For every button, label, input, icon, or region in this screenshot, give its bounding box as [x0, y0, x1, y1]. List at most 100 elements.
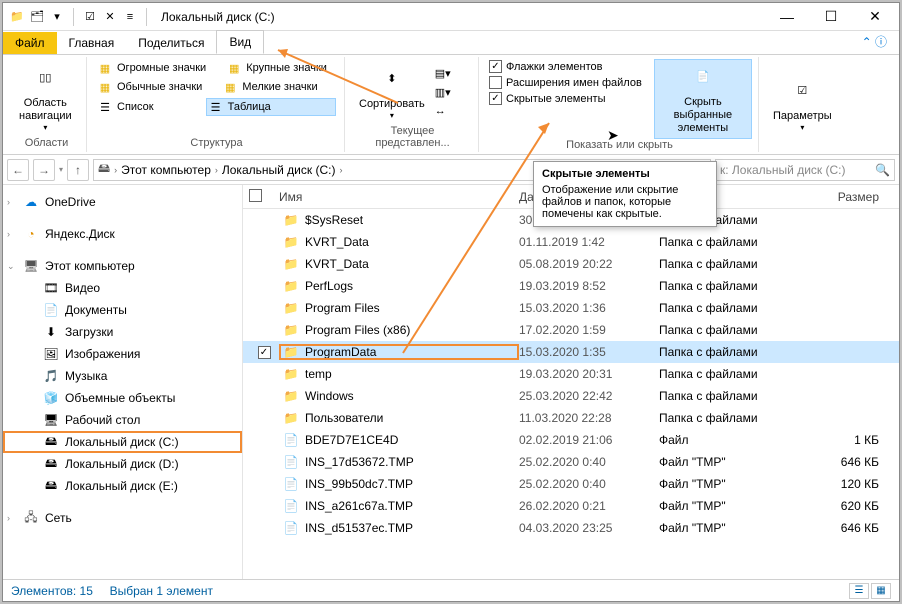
ribbon: ▯▯ Область навигации Области ▦Огромные з…: [3, 55, 899, 155]
sidebar-yandex-disk[interactable]: ›◔Яндекс.Диск: [3, 223, 242, 245]
groupby-icon[interactable]: ▤▾: [435, 67, 451, 80]
file-row[interactable]: 📁Windows 25.03.2020 22:42 Папка с файлам…: [243, 385, 899, 407]
layout-huge[interactable]: Огромные значки: [117, 62, 206, 74]
file-row[interactable]: 📁KVRT_Data 01.11.2019 1:42 Папка с файла…: [243, 231, 899, 253]
hide-selected-button[interactable]: 📄 Скрыть выбранные элементы: [654, 59, 752, 139]
file-date: 19.03.2020 20:31: [519, 367, 659, 381]
file-ext-checkbox[interactable]: [489, 76, 502, 89]
sidebar-this-pc[interactable]: ⌄🖥Этот компьютер: [3, 255, 242, 277]
item-checkboxes-label: Флажки элементов: [506, 61, 602, 73]
file-row[interactable]: 📄INS_17d53672.TMP 25.02.2020 0:40 Файл "…: [243, 451, 899, 473]
sidebar-item-6[interactable]: 🖥Рабочий стол: [3, 409, 242, 431]
ribbon-collapse[interactable]: ⌃ ⓘ: [850, 29, 899, 54]
view-details-button[interactable]: ☰: [849, 583, 869, 599]
sidebar-item-9[interactable]: 🖴Локальный диск (E:): [3, 475, 242, 497]
crumb-drive-c[interactable]: Локальный диск (C:): [222, 163, 336, 177]
file-row[interactable]: 📄INS_99b50dc7.TMP 25.02.2020 0:40 Файл "…: [243, 473, 899, 495]
file-name: INS_d51537ec.TMP: [305, 521, 413, 535]
layout-medium[interactable]: Обычные значки: [117, 81, 202, 93]
file-size: 1 КБ: [799, 433, 899, 447]
file-type: Файл: [659, 433, 799, 447]
sizecols-icon[interactable]: ↔: [435, 105, 451, 117]
sidebar-item-label: Видео: [65, 281, 100, 295]
file-row[interactable]: 📄INS_a261c67a.TMP 26.02.2020 0:21 Файл "…: [243, 495, 899, 517]
up-button[interactable]: ↑: [67, 159, 89, 181]
sidebar-item-5[interactable]: 🧊Объемные объекты: [3, 387, 242, 409]
group-currentview-label: Текущее представлен...: [353, 125, 472, 150]
file-row[interactable]: 📄BDE7D7E1CE4D 02.02.2019 21:06 Файл 1 КБ: [243, 429, 899, 451]
sidebar-item-icon: 🧊: [43, 390, 59, 406]
file-date: 25.02.2020 0:40: [519, 477, 659, 491]
close-small-icon[interactable]: ✕: [102, 9, 118, 25]
sidebar-onedrive[interactable]: ›☁OneDrive: [3, 191, 242, 213]
file-size: 646 КБ: [799, 455, 899, 469]
crumb-thispc[interactable]: Этот компьютер: [121, 163, 211, 177]
file-date: 26.02.2020 0:21: [519, 499, 659, 513]
view-large-button[interactable]: ▦: [871, 583, 891, 599]
file-row[interactable]: 📁KVRT_Data 05.08.2019 20:22 Папка с файл…: [243, 253, 899, 275]
file-name: INS_99b50dc7.TMP: [305, 477, 413, 491]
forward-button[interactable]: →: [33, 159, 55, 181]
file-row[interactable]: 📁PerfLogs 19.03.2019 8:52 Папка с файлам…: [243, 275, 899, 297]
sort-button[interactable]: ⬍ Сортировать: [353, 59, 431, 125]
sidebar-item-4[interactable]: 🎵Музыка: [3, 365, 242, 387]
tooltip-title: Скрытые элементы: [542, 168, 708, 180]
minimize-button[interactable]: —: [765, 3, 809, 31]
layout-list[interactable]: Список: [117, 101, 154, 113]
file-row[interactable]: 📁Program Files (x86) 17.02.2020 1:59 Пап…: [243, 319, 899, 341]
sidebar-item-label: Музыка: [65, 369, 107, 383]
tab-file[interactable]: Файл: [3, 32, 57, 54]
sidebar-item-icon: ⬇: [43, 324, 59, 340]
options-button[interactable]: ☑ Параметры: [767, 59, 838, 149]
history-dropdown[interactable]: ▾: [59, 165, 63, 174]
file-type: Файл "TMP": [659, 455, 799, 469]
addcols-icon[interactable]: ▥▾: [435, 86, 451, 99]
layout-details[interactable]: Таблица: [228, 101, 271, 113]
dropdown-icon[interactable]: ▾: [49, 9, 65, 25]
file-row[interactable]: 📁temp 19.03.2020 20:31 Папка с файлами: [243, 363, 899, 385]
file-icon: 📁: [283, 322, 299, 338]
sidebar-item-7[interactable]: 🖴Локальный диск (C:): [3, 431, 242, 453]
tab-share[interactable]: Поделиться: [126, 32, 216, 54]
close-button[interactable]: ✕: [853, 3, 897, 31]
titlebar: 📁 🗂 ▾ ☑ ✕ ≡ Локальный диск (C:) — ☐ ✕: [3, 3, 899, 31]
select-all-checkbox[interactable]: [249, 189, 262, 202]
file-date: 15.03.2020 1:36: [519, 301, 659, 315]
options-label: Параметры: [773, 110, 832, 123]
sidebar-item-8[interactable]: 🖴Локальный диск (D:): [3, 453, 242, 475]
sidebar-network[interactable]: ›🖧Сеть: [3, 507, 242, 529]
sidebar-item-3[interactable]: 🖼Изображения: [3, 343, 242, 365]
sidebar-item-2[interactable]: ⬇Загрузки: [3, 321, 242, 343]
file-row[interactable]: 📁Пользователи 11.03.2020 22:28 Папка с ф…: [243, 407, 899, 429]
maximize-button[interactable]: ☐: [809, 3, 853, 31]
file-type: Папка с файлами: [659, 323, 799, 337]
file-date: 17.02.2020 1:59: [519, 323, 659, 337]
hidden-items-checkbox[interactable]: [489, 92, 502, 105]
navigation-pane-button[interactable]: ▯▯ Область навигации: [13, 59, 78, 137]
file-ext-label: Расширения имен файлов: [506, 77, 642, 89]
more-icon[interactable]: ≡: [122, 9, 138, 25]
layout-small[interactable]: Мелкие значки: [242, 81, 317, 93]
file-row[interactable]: 📁Program Files 15.03.2020 1:36 Папка с ф…: [243, 297, 899, 319]
tab-view[interactable]: Вид: [216, 30, 264, 54]
sidebar-item-0[interactable]: 🎞Видео: [3, 277, 242, 299]
file-date: 05.08.2019 20:22: [519, 257, 659, 271]
checkbox-icon[interactable]: ☑: [82, 9, 98, 25]
row-checkbox[interactable]: [258, 346, 271, 359]
folder-icon: 📁: [9, 9, 25, 25]
tab-home[interactable]: Главная: [57, 32, 127, 54]
file-row[interactable]: 📄INS_d51537ec.TMP 04.03.2020 23:25 Файл …: [243, 517, 899, 539]
file-name: ProgramData: [305, 345, 376, 359]
yandex-disk-icon: ◔: [23, 226, 39, 242]
file-row[interactable]: 📁ProgramData 15.03.2020 1:35 Папка с фай…: [243, 341, 899, 363]
back-button[interactable]: ←: [7, 159, 29, 181]
col-size[interactable]: Размер: [799, 190, 899, 204]
search-box[interactable]: к: Локальный диск (C:) 🔍: [715, 159, 895, 181]
col-name[interactable]: Имя: [279, 190, 519, 204]
sidebar-item-1[interactable]: 📄Документы: [3, 299, 242, 321]
item-checkboxes-checkbox[interactable]: [489, 60, 502, 73]
hide-selected-icon: 📄: [687, 62, 719, 94]
layout-large[interactable]: Крупные значки: [246, 62, 327, 74]
file-name: Пользователи: [305, 411, 383, 425]
options-icon: ☑: [786, 76, 818, 108]
